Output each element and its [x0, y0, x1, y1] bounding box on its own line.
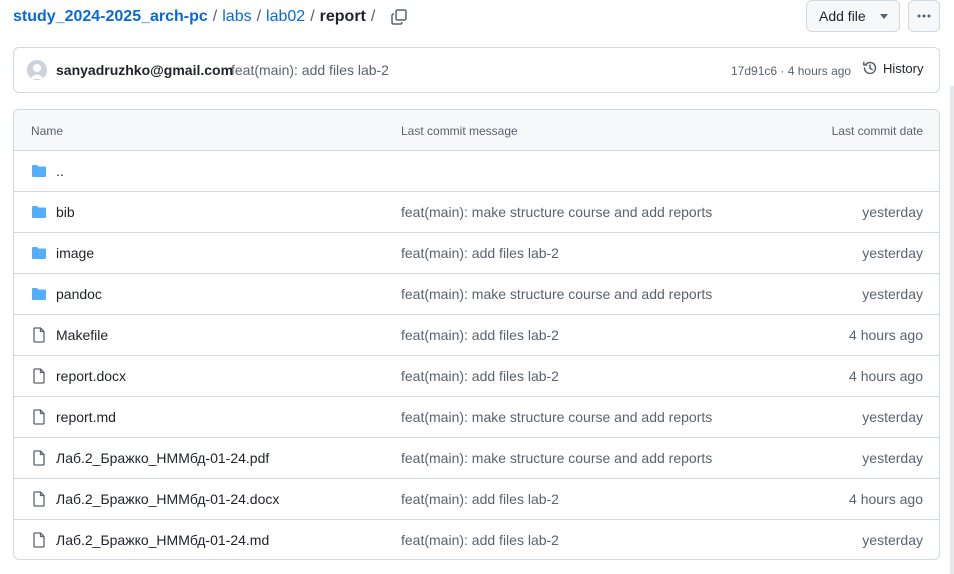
breadcrumb-separator: / — [310, 8, 315, 25]
history-icon — [863, 61, 877, 75]
copy-path-icon[interactable] — [390, 8, 408, 26]
latest-commit-bar: sanyadruzhko@gmail.com feat(main): add f… — [13, 47, 940, 93]
folder-row[interactable]: image feat(main): add files lab-2 yesterda… — [14, 233, 939, 274]
commit-date: yesterday — [862, 532, 923, 548]
folder-row[interactable]: pandoc feat(main): make structure course … — [14, 274, 939, 315]
breadcrumb-current: report — [319, 8, 366, 25]
file-row[interactable]: Лаб.2_Бражко_НММбд-01-24.docx feat(main):… — [14, 479, 939, 520]
file-icon — [31, 450, 47, 466]
file-icon — [31, 368, 47, 384]
commit-date: yesterday — [862, 204, 923, 220]
commit-message-link[interactable]: feat(main): add files lab-2 — [401, 491, 559, 507]
column-header-name: Name — [31, 124, 64, 138]
commit-date: yesterday — [862, 286, 923, 302]
commit-sha-link[interactable]: 17d91c6 — [731, 64, 777, 78]
more-options-button[interactable] — [908, 0, 940, 32]
breadcrumb-separator: / — [370, 8, 376, 25]
file-row[interactable]: Лаб.2_Бражко_НММбд-01-24.md feat(main): a… — [14, 520, 939, 559]
chevron-down-icon — [879, 13, 888, 19]
history-label: History — [883, 60, 924, 76]
file-row[interactable]: Makefile feat(main): add files lab-2 4 hou… — [14, 315, 939, 356]
file-name-link[interactable]: Лаб.2_Бражко_НММбд-01-24.pdf — [56, 450, 269, 466]
commit-date: 4 hours ago — [849, 368, 923, 384]
file-name-link[interactable]: report.docx — [56, 368, 126, 384]
file-name-link[interactable]: Makefile — [56, 327, 108, 343]
breadcrumb-separator: / — [256, 8, 262, 25]
file-rows: .. bib feat(main): make structure course a… — [14, 151, 939, 559]
commit-meta: 17d91c6 · 4 hours ago — [731, 64, 851, 78]
folder-icon — [31, 245, 47, 261]
file-name-link[interactable]: bib — [56, 204, 75, 220]
file-name-link[interactable]: report.md — [56, 409, 116, 425]
page-scrollbar[interactable] — [950, 86, 954, 574]
folder-icon — [31, 163, 47, 179]
commit-time: 4 hours ago — [787, 64, 852, 78]
table-header: Name Last commit message Last commit dat… — [14, 110, 939, 151]
file-name-link[interactable]: Лаб.2_Бражко_НММбд-01-24.md — [56, 532, 269, 548]
breadcrumb-lab02-link[interactable]: lab02 — [266, 6, 305, 28]
file-icon — [31, 532, 47, 548]
file-icon — [31, 409, 47, 425]
commit-message-link[interactable]: feat(main): make structure course and ad… — [401, 286, 712, 302]
breadcrumb-separator: / — [212, 8, 218, 25]
commit-message-link[interactable]: feat(main): add files lab-2 — [401, 327, 559, 343]
commit-message-link[interactable]: feat(main): add files lab-2 — [401, 368, 559, 384]
commit-message-link[interactable]: feat(main): add files lab-2 — [401, 532, 559, 548]
commit-message-link[interactable]: feat(main): make structure course and ad… — [401, 409, 712, 425]
file-name-link[interactable]: Лаб.2_Бражко_НММбд-01-24.docx — [56, 491, 279, 507]
top-bar: study_2024-2025_arch-pc / labs / lab02 /… — [0, 0, 954, 34]
commit-author-link[interactable]: sanyadruzhko@gmail.com — [56, 62, 233, 78]
commit-message-link[interactable]: feat(main): add files lab-2 — [231, 62, 389, 78]
folder-icon — [31, 286, 47, 302]
add-file-label: Add file — [819, 8, 866, 24]
history-button[interactable]: History — [862, 60, 923, 76]
parent-directory-row[interactable]: .. — [14, 151, 939, 192]
file-row[interactable]: report.md feat(main): make structure cour… — [14, 397, 939, 438]
folder-icon — [31, 204, 47, 220]
breadcrumb-labs-link[interactable]: labs — [222, 6, 251, 28]
commit-message-link[interactable]: feat(main): make structure course and ad… — [401, 204, 712, 220]
file-name-link[interactable]: image — [56, 245, 94, 261]
commit-date: yesterday — [862, 409, 923, 425]
breadcrumb: study_2024-2025_arch-pc / labs / lab02 /… — [13, 6, 408, 28]
file-row[interactable]: Лаб.2_Бражко_НММбд-01-24.pdf feat(main): … — [14, 438, 939, 479]
column-header-date: Last commit date — [831, 124, 923, 138]
commit-message-link[interactable]: feat(main): add files lab-2 — [401, 245, 559, 261]
commit-date: 4 hours ago — [849, 491, 923, 507]
commit-date: 4 hours ago — [849, 327, 923, 343]
add-file-button[interactable]: Add file — [806, 0, 900, 32]
file-icon — [31, 491, 47, 507]
column-header-message: Last commit message — [401, 124, 518, 138]
commit-date: yesterday — [862, 245, 923, 261]
commit-message-link[interactable]: feat(main): make structure course and ad… — [401, 450, 712, 466]
file-name-link[interactable]: pandoc — [56, 286, 102, 302]
file-name-link[interactable]: .. — [56, 163, 64, 179]
avatar[interactable] — [27, 60, 47, 80]
file-row[interactable]: report.docx feat(main): add files lab-2 4 … — [14, 356, 939, 397]
kebab-horizontal-icon — [917, 14, 931, 18]
file-table: Name Last commit message Last commit dat… — [13, 109, 940, 560]
commit-date: yesterday — [862, 450, 923, 466]
folder-row[interactable]: bib feat(main): make structure course and… — [14, 192, 939, 233]
breadcrumb-repo-link[interactable]: study_2024-2025_arch-pc — [13, 6, 208, 28]
commit-meta-separator: · — [777, 64, 788, 78]
file-icon — [31, 327, 47, 343]
